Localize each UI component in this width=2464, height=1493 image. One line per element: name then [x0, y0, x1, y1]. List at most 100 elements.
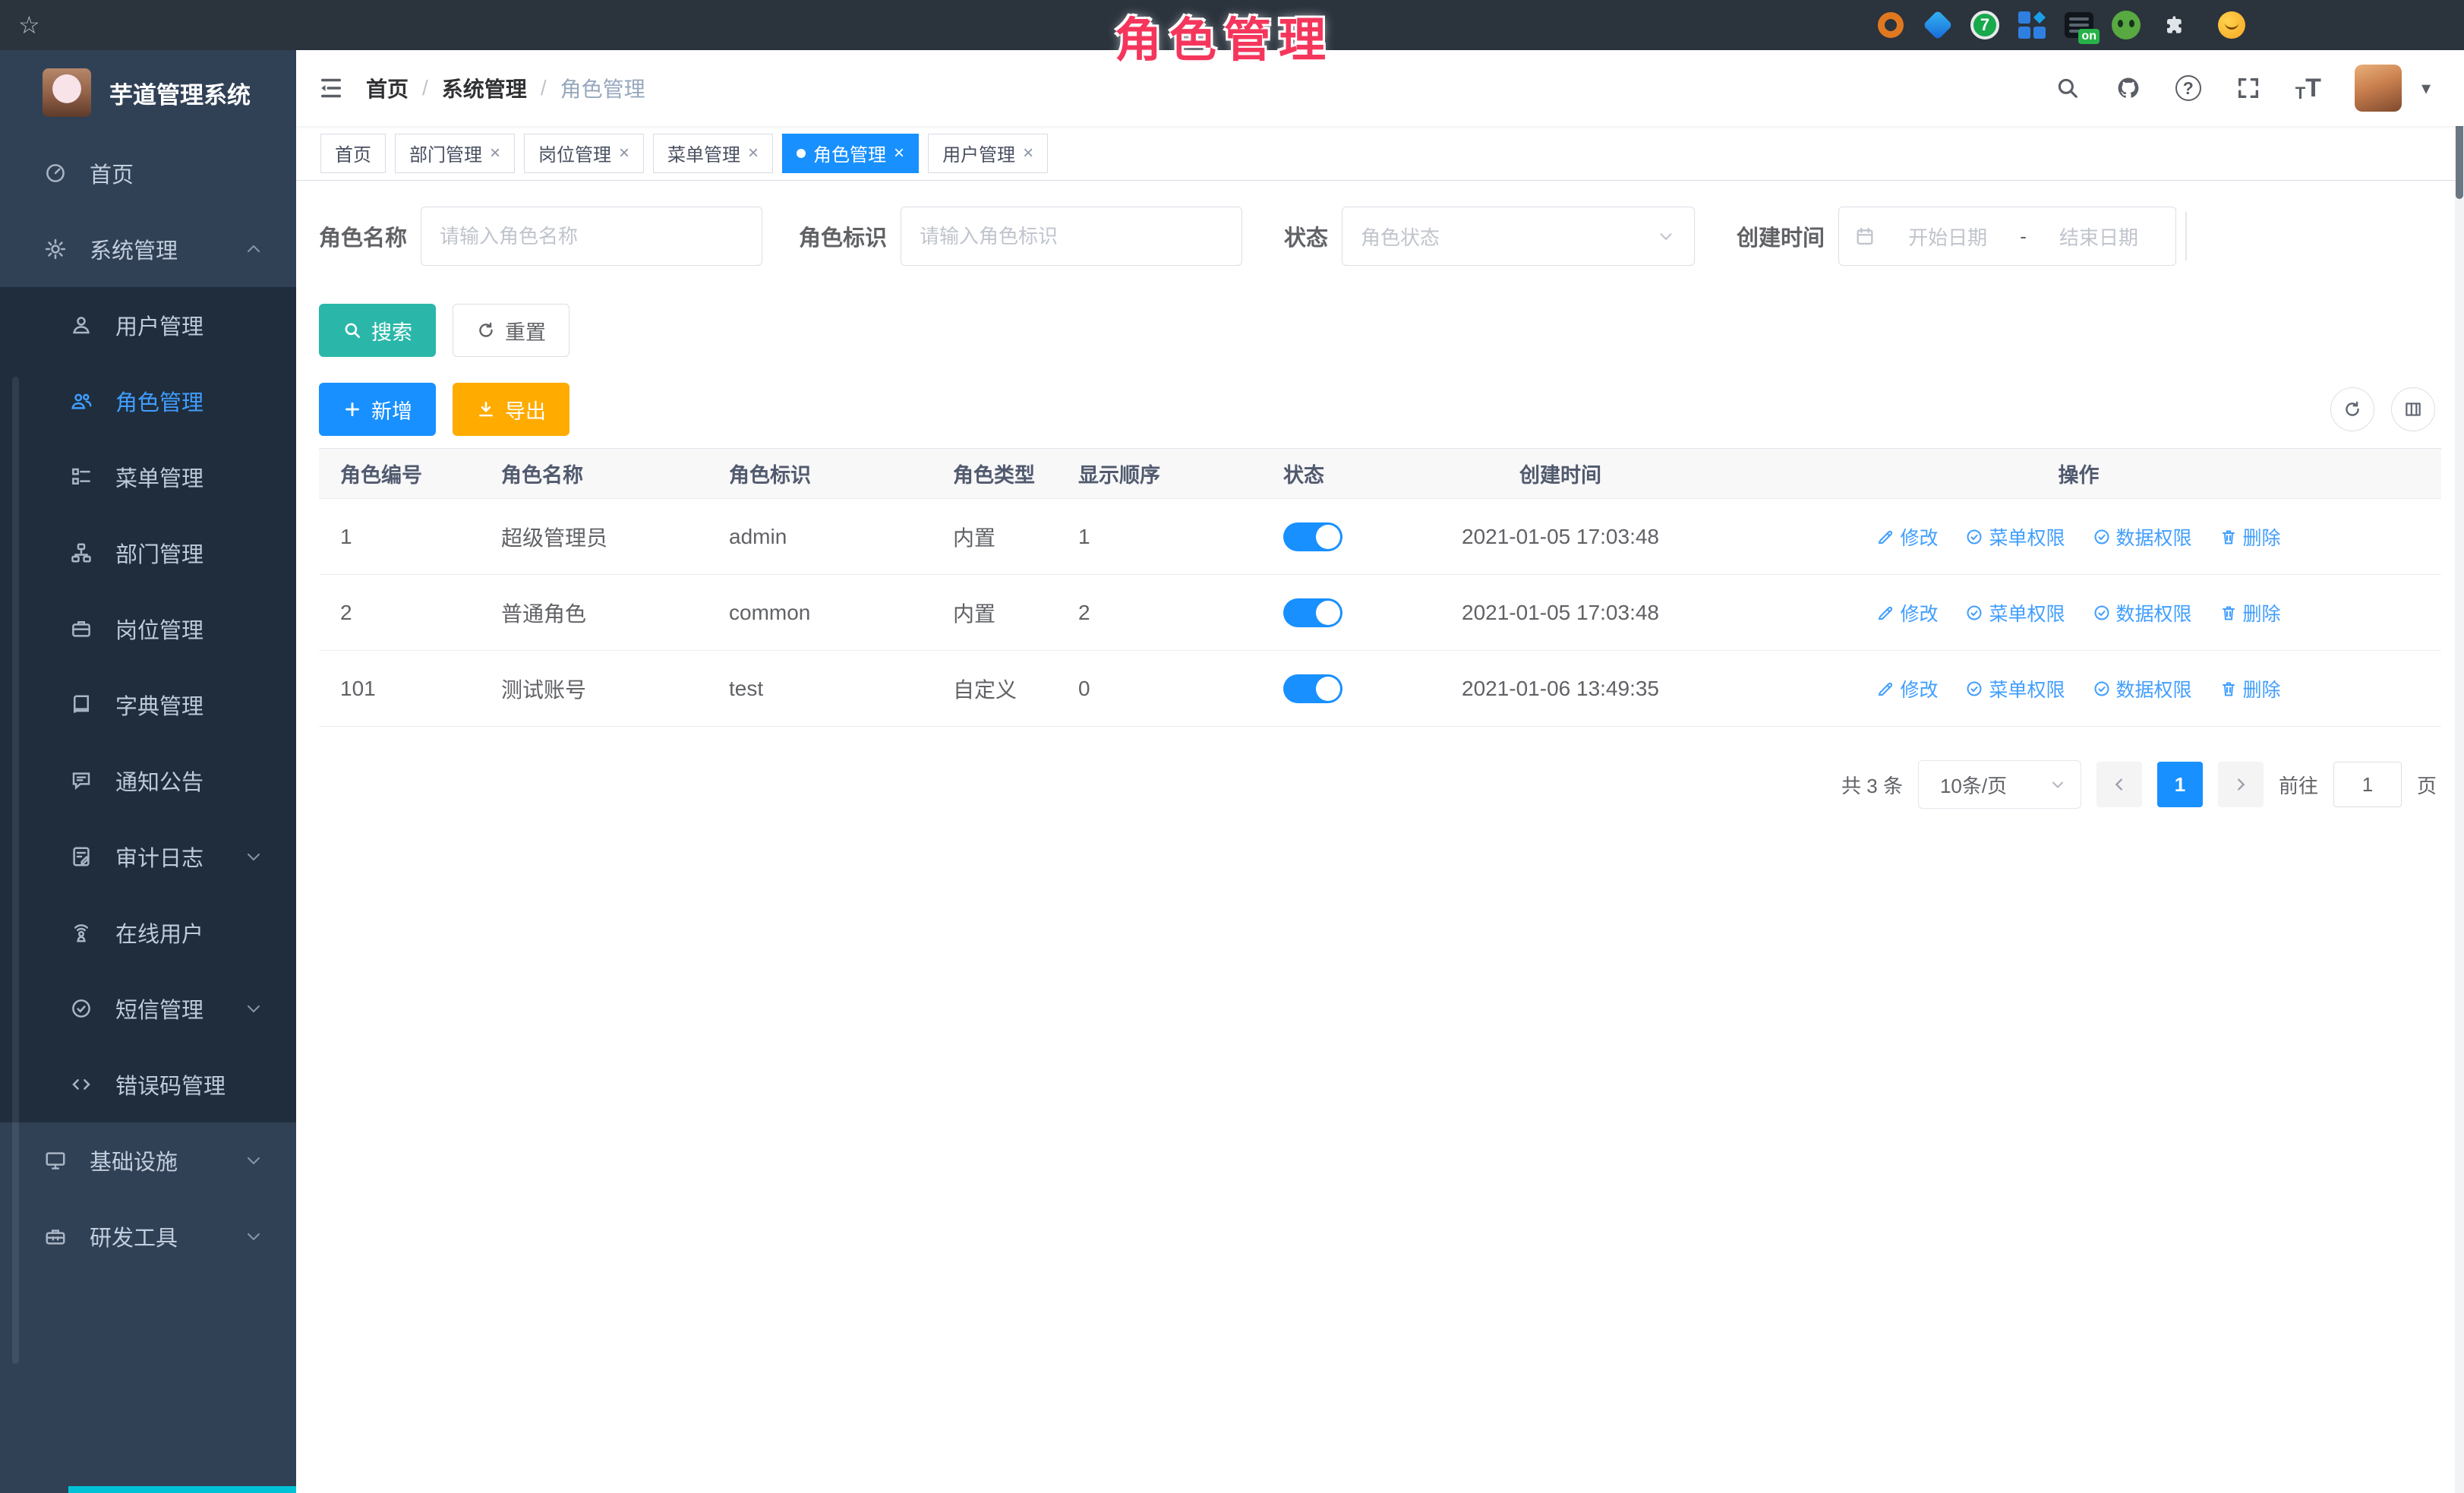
github-icon[interactable]	[2115, 74, 2142, 102]
hamburger-icon[interactable]	[296, 50, 366, 126]
status-label: 状态	[1284, 220, 1328, 252]
fullscreen-icon[interactable]	[2235, 74, 2262, 102]
page-scrollbar-track[interactable]	[2455, 50, 2464, 1493]
extension-icon-monkey[interactable]	[2111, 10, 2141, 40]
role-status-toggle[interactable]	[1283, 598, 1342, 627]
sidebar-item-role-mgmt[interactable]: 角色管理	[0, 363, 296, 439]
sidebar-scrollbar[interactable]	[12, 377, 19, 1364]
sidebar-item-user-mgmt[interactable]: 用户管理	[0, 287, 296, 363]
help-icon[interactable]: ?	[2175, 75, 2201, 101]
role-key-input[interactable]	[901, 207, 1242, 266]
next-page-button[interactable]	[2218, 762, 2264, 807]
edit-link[interactable]: 修改	[1876, 675, 1938, 702]
close-icon[interactable]: ×	[490, 143, 500, 164]
role-status-toggle[interactable]	[1283, 522, 1342, 551]
reset-button[interactable]: 重置	[453, 304, 569, 357]
extension-icon-orange[interactable]	[1876, 10, 1906, 40]
menu-permission-link[interactable]: 菜单权限	[1965, 523, 2065, 551]
menu-permission-link[interactable]: 菜单权限	[1965, 675, 2065, 702]
sidebar-item-label: 审计日志	[115, 841, 203, 873]
app-logo-row[interactable]: 芋道管理系统	[0, 50, 296, 135]
status-select[interactable]: 角色状态	[1342, 207, 1695, 266]
menu-permission-link[interactable]: 菜单权限	[1965, 599, 2065, 627]
sidebar-item-devtools[interactable]: 研发工具	[0, 1198, 296, 1274]
sidebar-item-home[interactable]: 首页	[0, 135, 296, 211]
sidebar-item-label: 字典管理	[115, 689, 203, 721]
refresh-table-button[interactable]	[2330, 387, 2374, 431]
tab-dept-mgmt[interactable]: 部门管理 ×	[395, 134, 515, 173]
sidebar-item-audit-log[interactable]: 审计日志	[0, 819, 296, 895]
tab-post-mgmt[interactable]: 岗位管理 ×	[524, 134, 644, 173]
tab-menu-mgmt[interactable]: 菜单管理 ×	[653, 134, 773, 173]
search-icon[interactable]	[2054, 74, 2081, 102]
sidebar-item-menu-mgmt[interactable]: 菜单管理	[0, 439, 296, 515]
extension-icon-green-7[interactable]: 7	[1970, 10, 2000, 40]
sidebar-item-dict-mgmt[interactable]: 字典管理	[0, 667, 296, 743]
role-sort: 1	[1078, 525, 1283, 549]
app-logo-image	[43, 68, 91, 117]
close-icon[interactable]: ×	[1023, 143, 1033, 164]
edit-icon	[1876, 680, 1895, 698]
close-icon[interactable]: ×	[748, 143, 759, 164]
role-key: admin	[729, 525, 953, 549]
tab-label: 部门管理	[409, 140, 482, 166]
role-status-toggle[interactable]	[1283, 674, 1342, 703]
sidebar-item-sms-mgmt[interactable]: 短信管理	[0, 971, 296, 1046]
sidebar-item-dept-mgmt[interactable]: 部门管理	[0, 515, 296, 591]
data-permission-link[interactable]: 数据权限	[2093, 675, 2192, 702]
extension-icon-grid[interactable]	[2017, 10, 2047, 40]
extension-icon-dark-on[interactable]: on	[2064, 10, 2094, 40]
delete-link[interactable]: 删除	[2219, 523, 2281, 551]
edit-link[interactable]: 修改	[1876, 523, 1938, 551]
extension-icon-gem[interactable]	[1923, 10, 1953, 40]
export-button[interactable]: 导出	[453, 383, 569, 436]
edit-icon	[1876, 528, 1895, 546]
data-permission-link[interactable]: 数据权限	[2093, 599, 2192, 627]
dictionary-book-icon	[70, 693, 93, 716]
add-button[interactable]: 新增	[319, 383, 436, 436]
extensions-puzzle-icon[interactable]	[2158, 10, 2188, 40]
columns-grid-icon	[2403, 399, 2423, 419]
tab-label: 首页	[335, 140, 371, 166]
sidebar-item-notice[interactable]: 通知公告	[0, 743, 296, 819]
delete-link[interactable]: 删除	[2219, 599, 2281, 627]
sidebar-item-post-mgmt[interactable]: 岗位管理	[0, 591, 296, 667]
data-permission-link[interactable]: 数据权限	[2093, 523, 2192, 551]
goto-page-input[interactable]	[2333, 762, 2402, 807]
message-bubble-icon	[70, 769, 93, 792]
page-size-select[interactable]: 10条/页	[1918, 760, 2081, 809]
search-button[interactable]: 搜索	[319, 304, 436, 357]
edit-icon	[1876, 604, 1895, 622]
role-type: 内置	[953, 598, 1078, 628]
tab-home[interactable]: 首页	[320, 134, 386, 173]
close-icon[interactable]: ×	[894, 143, 904, 164]
caret-down-icon[interactable]: ▾	[2421, 77, 2431, 99]
edit-link[interactable]: 修改	[1876, 599, 1938, 627]
tab-role-mgmt[interactable]: 角色管理 ×	[782, 134, 919, 173]
table-tools	[2330, 387, 2435, 431]
search-icon	[342, 320, 362, 340]
sidebar-item-online-users[interactable]: 在线用户	[0, 895, 296, 971]
role-name-input[interactable]	[421, 207, 762, 266]
chevron-down-icon	[2049, 775, 2067, 794]
column-settings-button[interactable]	[2391, 387, 2435, 431]
page-number-button[interactable]: 1	[2157, 762, 2203, 807]
breadcrumb-home[interactable]: 首页	[366, 73, 409, 103]
font-size-icon[interactable]: TT	[2295, 74, 2321, 103]
sidebar-item-error-code[interactable]: 错误码管理	[0, 1046, 296, 1122]
breadcrumb-separator: /	[541, 76, 547, 100]
prev-page-button[interactable]	[2096, 762, 2142, 807]
date-range-picker[interactable]: 开始日期 - 结束日期	[1838, 207, 2176, 266]
tab-user-mgmt[interactable]: 用户管理 ×	[928, 134, 1048, 173]
close-icon[interactable]: ×	[619, 143, 629, 164]
sidebar-item-system[interactable]: 系统管理	[0, 211, 296, 287]
sidebar-item-label: 系统管理	[90, 233, 178, 265]
breadcrumb-system[interactable]: 系统管理	[442, 73, 527, 103]
sidebar-item-infra[interactable]: 基础设施	[0, 1122, 296, 1198]
delete-link[interactable]: 删除	[2219, 675, 2281, 702]
chevron-down-icon	[245, 999, 263, 1018]
user-avatar[interactable]	[2355, 65, 2402, 112]
role-key-label: 角色标识	[799, 220, 887, 252]
row-actions: 修改 菜单权限 数据权限 删除	[1716, 675, 2441, 702]
menu-list-icon	[70, 466, 93, 488]
